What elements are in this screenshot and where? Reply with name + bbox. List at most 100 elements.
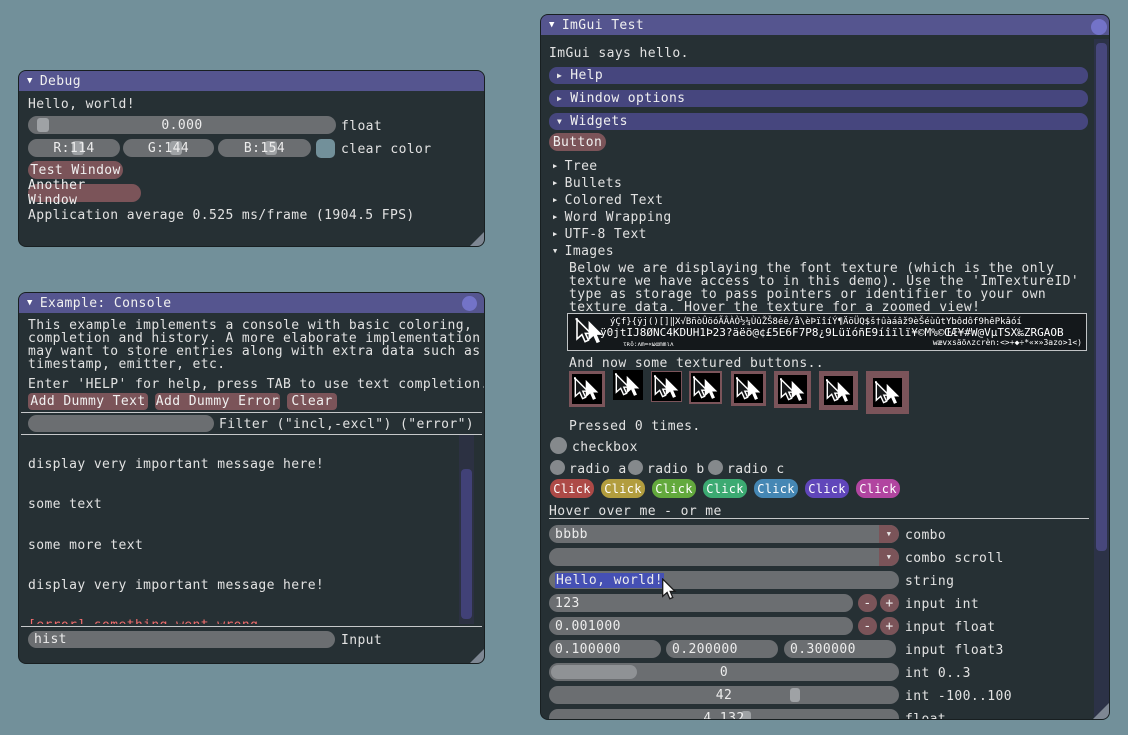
tree-node-images[interactable]: ▼ Images: [553, 244, 614, 259]
log-line: display very important message here!: [28, 579, 458, 592]
radio-b[interactable]: [628, 460, 643, 475]
input-float3-y[interactable]: 0.200000: [666, 640, 778, 658]
slider-int-100[interactable]: 42: [549, 686, 899, 704]
image-button-4[interactable]: [689, 371, 722, 404]
tree-node-tree[interactable]: ▶ Tree: [553, 159, 598, 174]
input-int-field[interactable]: 123: [549, 594, 853, 612]
image-button-3[interactable]: [651, 371, 682, 402]
header-widgets[interactable]: ▼ Widgets: [549, 113, 1088, 130]
header-window-options[interactable]: ▶ Window options: [549, 90, 1088, 107]
console-close-button[interactable]: [462, 296, 477, 311]
tree-node-colored-text[interactable]: ▶ Colored Text: [553, 193, 663, 208]
header-help[interactable]: ▶ Help: [549, 67, 1088, 84]
combo-arrow-button[interactable]: ▼: [879, 548, 899, 566]
click-button-1[interactable]: Click: [550, 479, 594, 498]
separator: [21, 412, 482, 413]
console-input-label: Input: [341, 633, 382, 648]
click-button-4[interactable]: Click: [703, 479, 747, 498]
input-float-field[interactable]: 0.001000: [549, 617, 853, 635]
imgui-test-window[interactable]: ▼ ImGui Test ImGui says hello. ▶ Help ▶ …: [540, 14, 1110, 720]
input-float3-z[interactable]: 0.300000: [784, 640, 896, 658]
input-float-plus-button[interactable]: +: [880, 617, 899, 635]
radio-a[interactable]: [550, 460, 565, 475]
console-intro-line: timestamp, emitter, etc.: [28, 357, 225, 372]
add-dummy-text-label: Add Dummy Text: [30, 394, 145, 409]
image-button-5[interactable]: [731, 371, 766, 406]
header-help-label: Help: [570, 68, 603, 83]
collapse-arrow-icon[interactable]: ▼: [27, 299, 33, 308]
hello-world-text: Hello, world!: [28, 97, 135, 112]
filter-input[interactable]: [28, 415, 214, 432]
cursor-glyphs-icon: [826, 379, 852, 403]
float-slider[interactable]: 0.000: [28, 116, 336, 134]
font-texture-image[interactable]: ýÇf}{ÿj()[]‖X√BñòÛöóÃÂÀÒ½¼ÙûŽŠ8éê/å\èÞïî…: [567, 313, 1087, 351]
float-slider-grab[interactable]: [37, 118, 49, 132]
color-edit-b[interactable]: B:154: [218, 139, 311, 157]
input-float-minus-button[interactable]: -: [858, 617, 877, 635]
color-edit-r[interactable]: R:114: [28, 139, 120, 157]
slider-float[interactable]: 4.132: [549, 709, 899, 720]
console-input[interactable]: hist: [28, 631, 335, 648]
debug-titlebar[interactable]: ▼ Debug: [19, 71, 484, 91]
test-window-button[interactable]: Test Window: [28, 161, 123, 179]
collapse-arrow-icon[interactable]: ▼: [549, 21, 555, 30]
header-window-options-label: Window options: [570, 91, 685, 106]
click-button-3[interactable]: Click: [652, 479, 696, 498]
tree-node-label: UTF-8 Text: [565, 227, 647, 242]
another-window-button[interactable]: Another Window: [28, 184, 141, 202]
string-input-value: Hello, world!: [555, 573, 664, 588]
console-titlebar[interactable]: ▼ Example: Console: [19, 293, 484, 313]
imgui-hello-text: ImGui says hello.: [549, 46, 689, 61]
add-dummy-error-label: Add Dummy Error: [156, 394, 279, 409]
input-int-plus-button[interactable]: +: [880, 594, 899, 612]
imgui-window-title: ImGui Test: [562, 18, 644, 33]
click-button-7[interactable]: Click: [856, 479, 900, 498]
click-button-6[interactable]: Click: [805, 479, 849, 498]
imgui-close-button[interactable]: [1091, 19, 1107, 35]
test-window-button-label: Test Window: [30, 163, 121, 178]
color-edit-g[interactable]: G:144: [123, 139, 214, 157]
collapse-arrow-icon[interactable]: ▼: [27, 77, 33, 86]
add-dummy-error-button[interactable]: Add Dummy Error: [155, 393, 280, 410]
console-log-region[interactable]: display very important message here! som…: [28, 435, 458, 624]
widgets-button[interactable]: Button: [549, 133, 606, 151]
combo-select[interactable]: bbbb ▼: [549, 525, 899, 543]
clear-button[interactable]: Clear: [287, 393, 337, 410]
debug-window[interactable]: ▼ Debug Hello, world! 0.000 float R:114 …: [18, 70, 485, 247]
console-resize-grip[interactable]: [470, 649, 484, 663]
combo-arrow-button[interactable]: ▼: [879, 525, 899, 543]
image-button-8[interactable]: [866, 371, 909, 414]
imgui-titlebar[interactable]: ▼ ImGui Test: [541, 15, 1109, 35]
hover-over-me-text[interactable]: Hover over me - or me: [549, 504, 722, 519]
combo-scroll-select[interactable]: ▼: [549, 548, 899, 566]
slider-int-0-3-label: int 0..3: [905, 666, 971, 681]
image-button-1[interactable]: [569, 371, 605, 407]
tree-node-utf8-text[interactable]: ▶ UTF-8 Text: [553, 227, 647, 242]
image-button-2[interactable]: [613, 370, 643, 400]
input-int-minus-button[interactable]: -: [858, 594, 877, 612]
add-dummy-text-button[interactable]: Add Dummy Text: [28, 393, 148, 410]
checkbox[interactable]: [550, 437, 567, 454]
console-window[interactable]: ▼ Example: Console This example implemen…: [18, 292, 485, 664]
chevron-right-icon: ▶: [557, 72, 562, 80]
console-scrollbar-grab[interactable]: [461, 469, 472, 619]
click-button-2[interactable]: Click: [601, 479, 645, 498]
image-button-7[interactable]: [819, 371, 858, 410]
radio-c[interactable]: [708, 460, 723, 475]
string-input[interactable]: Hello, world!: [549, 571, 899, 589]
clear-color-swatch[interactable]: [316, 139, 335, 158]
tree-node-label: Colored Text: [565, 193, 664, 208]
imgui-resize-grip[interactable]: [1093, 703, 1109, 719]
tree-node-bullets[interactable]: ▶ Bullets: [553, 176, 622, 191]
cursor-glyphs-icon: [693, 376, 719, 400]
input-float3-z-value: 0.300000: [784, 642, 856, 657]
clear-button-label: Clear: [291, 394, 332, 409]
image-button-6[interactable]: [774, 371, 811, 408]
imgui-scrollbar-grab[interactable]: [1096, 43, 1107, 551]
debug-resize-grip[interactable]: [470, 232, 484, 246]
tree-node-word-wrapping[interactable]: ▶ Word Wrapping: [553, 210, 672, 225]
click-button-5[interactable]: Click: [754, 479, 798, 498]
slider-int-0-3[interactable]: 0: [549, 663, 899, 681]
font-texture-subrow: τʀö:ʌm=«ωαmmιʌ: [623, 341, 674, 348]
input-float3-x[interactable]: 0.100000: [549, 640, 661, 658]
